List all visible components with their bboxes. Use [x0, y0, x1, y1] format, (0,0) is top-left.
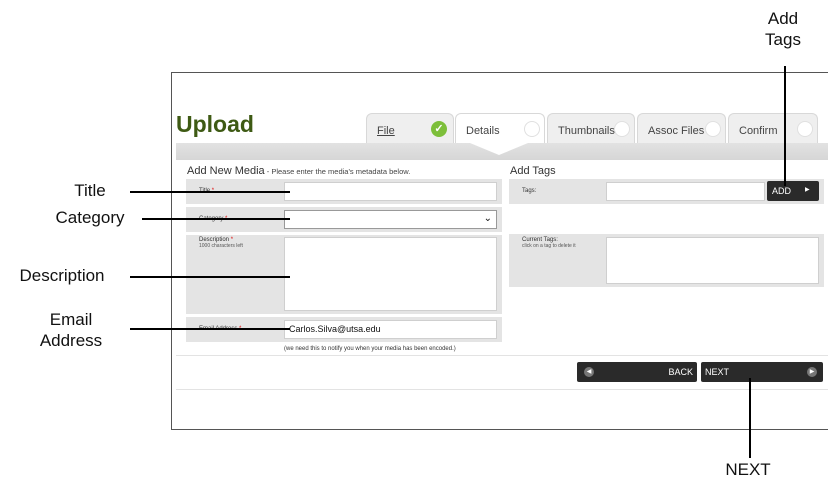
callout-line-category — [142, 218, 290, 220]
description-textarea[interactable] — [284, 237, 497, 311]
callout-add-tags: Add Tags — [758, 8, 808, 50]
status-circle-icon — [614, 121, 630, 137]
callout-category: Category — [55, 208, 125, 227]
category-select[interactable]: ⌄ — [284, 210, 497, 229]
add-tag-button[interactable]: ADD ▶ — [767, 181, 819, 201]
status-circle-icon — [797, 121, 813, 137]
tab-thumbnails-label: Thumbnails — [558, 125, 615, 137]
tags-label: Tags: — [522, 188, 537, 194]
media-form-heading-main: Add New Media — [187, 165, 265, 177]
arrow-right-icon: ▶ — [807, 367, 817, 377]
callout-add-tags-line1: Add — [767, 9, 799, 28]
callout-add-tags-line2: Tags — [765, 30, 801, 49]
title-input[interactable] — [284, 182, 497, 201]
check-icon: ✓ — [431, 121, 447, 137]
media-form-heading: Add New Media - Please enter the media's… — [187, 165, 410, 177]
add-tag-button-label: ADD — [772, 186, 792, 196]
callout-email-line1: Email — [49, 310, 93, 329]
tab-file-label: File — [377, 125, 395, 137]
callout-line-title — [130, 191, 290, 193]
tab-confirm[interactable]: Confirm — [728, 113, 818, 143]
email-field[interactable]: Carlos.Silva@utsa.edu — [284, 320, 497, 339]
back-button-label: BACK — [668, 367, 693, 377]
tab-file[interactable]: File ✓ — [366, 113, 454, 143]
description-label: Description * 1000 characters left — [199, 237, 243, 249]
status-circle-icon — [705, 121, 721, 137]
arrow-right-icon: ▶ — [805, 187, 810, 193]
callout-next: NEXT — [725, 460, 771, 479]
callout-email-line2: Address — [39, 331, 103, 350]
tags-form-heading: Add Tags — [510, 165, 556, 177]
divider — [176, 355, 828, 356]
page-title: Upload — [176, 111, 254, 137]
current-tags-box[interactable] — [606, 237, 819, 284]
tags-input[interactable] — [606, 182, 765, 201]
callout-line-description — [130, 276, 290, 278]
tab-assoc-files-label: Assoc Files — [648, 125, 705, 137]
callout-description: Description — [19, 266, 105, 285]
active-tab-pointer — [470, 143, 528, 155]
tab-thumbnails[interactable]: Thumbnails — [547, 113, 635, 143]
back-button[interactable]: ◀ BACK — [577, 362, 697, 382]
next-button[interactable]: NEXT ▶ — [701, 362, 823, 382]
current-tags-hint: click on a tag to delete it — [522, 243, 576, 249]
tab-details[interactable]: Details — [455, 113, 545, 143]
chevron-down-icon: ⌄ — [483, 213, 492, 224]
next-button-label: NEXT — [705, 367, 730, 377]
callout-title: Title — [74, 181, 106, 200]
tab-confirm-label: Confirm — [739, 125, 778, 137]
tab-details-label: Details — [466, 125, 500, 137]
callout-line-email — [130, 328, 290, 330]
callout-line-next — [749, 378, 751, 458]
divider — [176, 389, 828, 390]
description-counter: 1000 characters left — [199, 243, 243, 249]
email-note: (we need this to notify you when your me… — [284, 346, 456, 352]
callout-email: Email Address — [25, 309, 117, 351]
arrow-left-icon: ◀ — [584, 367, 594, 377]
current-tags-label: Current Tags: click on a tag to delete i… — [522, 237, 576, 249]
callout-line-add-tags — [784, 66, 786, 186]
media-form-heading-sub: - Please enter the media's metadata belo… — [264, 167, 411, 176]
status-circle-icon — [524, 121, 540, 137]
tab-assoc-files[interactable]: Assoc Files — [637, 113, 726, 143]
